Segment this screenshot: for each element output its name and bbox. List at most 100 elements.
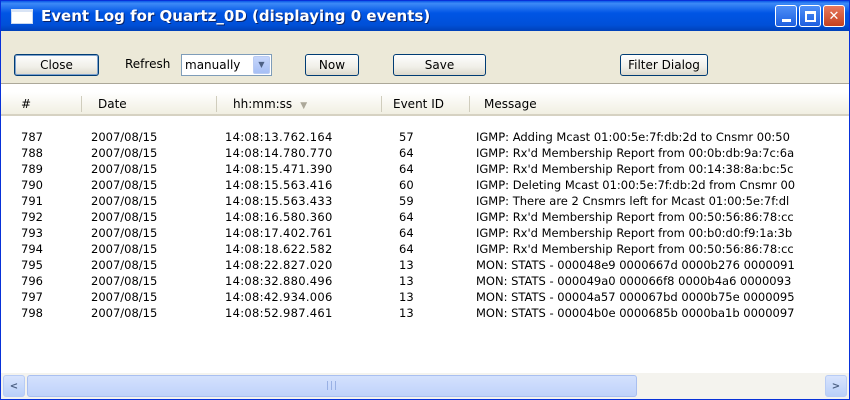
maximize-button[interactable]: [799, 5, 821, 27]
cell-time: 14:08:18.622.582: [225, 242, 333, 256]
cell-time: 14:08:15.471.390: [225, 162, 333, 176]
filter-dialog-button-label: Filter Dialog: [628, 58, 700, 72]
cell-date: 2007/08/15: [91, 194, 158, 208]
chevron-left-icon: <: [9, 380, 19, 392]
refresh-label: Refresh: [125, 57, 171, 71]
cell-event-id: 64: [399, 242, 414, 256]
column-header-event-id[interactable]: Event ID: [393, 97, 444, 111]
close-icon: ✕: [828, 8, 840, 24]
cell-date: 2007/08/15: [91, 258, 158, 272]
window-title: Event Log for Quartz_0D (displaying 0 ev…: [41, 7, 431, 25]
close-button[interactable]: Close: [14, 54, 99, 76]
cell-num: 796: [21, 274, 43, 288]
event-list[interactable]: # Date hh:mm:ss ▼ Event ID Message 787 20…: [1, 83, 849, 373]
list-rows: 787 2007/08/15 14:08:13.762.164 57 IGMP:…: [1, 129, 849, 369]
table-row[interactable]: 787 2007/08/15 14:08:13.762.164 57 IGMP:…: [1, 129, 849, 145]
cell-event-id: 13: [399, 258, 414, 272]
column-divider[interactable]: [381, 96, 382, 112]
table-row[interactable]: 797 2007/08/15 14:08:42.934.006 13 MON: …: [1, 289, 849, 305]
table-row[interactable]: 789 2007/08/15 14:08:15.471.390 64 IGMP:…: [1, 161, 849, 177]
table-row[interactable]: 794 2007/08/15 14:08:18.622.582 64 IGMP:…: [1, 241, 849, 257]
event-log-window: Event Log for Quartz_0D (displaying 0 ev…: [0, 0, 850, 400]
refresh-select[interactable]: manually ▼: [181, 54, 272, 76]
column-header-time[interactable]: hh:mm:ss ▼: [233, 97, 307, 111]
title-bar[interactable]: Event Log for Quartz_0D (displaying 0 ev…: [1, 1, 849, 31]
cell-message: MON: STATS - 000049a0 000066f8 0000b4a6 …: [476, 274, 792, 288]
window-icon: [11, 8, 33, 24]
table-row[interactable]: 798 2007/08/15 14:08:52.987.461 13 MON: …: [1, 305, 849, 321]
chevron-down-icon[interactable]: ▼: [253, 56, 270, 74]
cell-time: 14:08:22.827.020: [225, 258, 333, 272]
cell-event-id: 60: [399, 178, 414, 192]
save-button-label: Save: [424, 58, 455, 72]
close-window-button[interactable]: ✕: [823, 5, 845, 27]
cell-event-id: 59: [399, 194, 414, 208]
cell-date: 2007/08/15: [91, 178, 158, 192]
cell-date: 2007/08/15: [91, 210, 158, 224]
column-divider[interactable]: [216, 96, 217, 112]
cell-date: 2007/08/15: [91, 162, 158, 176]
column-header-message[interactable]: Message: [484, 97, 537, 111]
cell-time: 14:08:14.780.770: [225, 146, 333, 160]
cell-event-id: 13: [399, 274, 414, 288]
cell-message: IGMP: Rx'd Membership Report from 00:14:…: [476, 162, 794, 176]
cell-date: 2007/08/15: [91, 226, 158, 240]
cell-num: 788: [21, 146, 43, 160]
cell-date: 2007/08/15: [91, 274, 158, 288]
maximize-icon: [804, 10, 816, 22]
table-row[interactable]: 796 2007/08/15 14:08:32.880.496 13 MON: …: [1, 273, 849, 289]
table-row[interactable]: 795 2007/08/15 14:08:22.827.020 13 MON: …: [1, 257, 849, 273]
cell-event-id: 64: [399, 162, 414, 176]
cell-event-id: 64: [399, 226, 414, 240]
cell-num: 798: [21, 306, 43, 320]
cell-message: MON: STATS - 000048e9 0000667d 0000b276 …: [476, 258, 795, 272]
table-row[interactable]: 792 2007/08/15 14:08:16.580.360 64 IGMP:…: [1, 209, 849, 225]
column-divider[interactable]: [81, 96, 82, 112]
cell-time: 14:08:52.987.461: [225, 306, 333, 320]
cell-event-id: 64: [399, 146, 414, 160]
cell-num: 797: [21, 290, 43, 304]
grip-icon: |||: [325, 381, 339, 391]
cell-event-id: 57: [399, 130, 414, 144]
cell-date: 2007/08/15: [91, 290, 158, 304]
cell-date: 2007/08/15: [91, 242, 158, 256]
filter-dialog-button[interactable]: Filter Dialog: [620, 54, 708, 76]
cell-time: 14:08:42.934.006: [225, 290, 333, 304]
horizontal-scrollbar[interactable]: < ||| >: [1, 373, 849, 399]
cell-message: MON: STATS - 00004a57 000067bd 0000b75e …: [476, 290, 795, 304]
cell-time: 14:08:32.880.496: [225, 274, 333, 288]
scroll-left-button[interactable]: <: [3, 375, 25, 397]
cell-time: 14:08:13.762.164: [225, 130, 333, 144]
refresh-select-value: manually: [185, 58, 241, 72]
minimize-button[interactable]: [775, 5, 797, 27]
cell-num: 789: [21, 162, 43, 176]
cell-time: 14:08:15.563.416: [225, 178, 333, 192]
list-header: # Date hh:mm:ss ▼ Event ID Message: [1, 92, 849, 116]
cell-num: 791: [21, 194, 43, 208]
table-row[interactable]: 788 2007/08/15 14:08:14.780.770 64 IGMP:…: [1, 145, 849, 161]
column-divider[interactable]: [469, 96, 470, 112]
cell-num: 792: [21, 210, 43, 224]
table-row[interactable]: 793 2007/08/15 14:08:17.402.761 64 IGMP:…: [1, 225, 849, 241]
now-button[interactable]: Now: [305, 54, 359, 76]
cell-time: 14:08:16.580.360: [225, 210, 333, 224]
cell-message: IGMP: Rx'd Membership Report from 00:50:…: [476, 210, 794, 224]
cell-message: IGMP: Adding Mcast 01:00:5e:7f:db:2d to …: [476, 130, 790, 144]
cell-date: 2007/08/15: [91, 146, 158, 160]
cell-num: 793: [21, 226, 43, 240]
column-header-num[interactable]: #: [21, 97, 31, 111]
table-row[interactable]: 790 2007/08/15 14:08:15.563.416 60 IGMP:…: [1, 177, 849, 193]
save-button[interactable]: Save: [393, 54, 486, 76]
cell-num: 787: [21, 130, 43, 144]
scroll-right-button[interactable]: >: [825, 375, 847, 397]
table-row[interactable]: 791 2007/08/15 14:08:15.563.433 59 IGMP:…: [1, 193, 849, 209]
cell-message: IGMP: There are 2 Cnsmrs left for Mcast …: [476, 194, 790, 208]
column-header-date[interactable]: Date: [98, 97, 127, 111]
scrollbar-thumb[interactable]: |||: [27, 375, 637, 397]
cell-num: 795: [21, 258, 43, 272]
cell-message: IGMP: Rx'd Membership Report from 00:0b:…: [476, 146, 795, 160]
cell-date: 2007/08/15: [91, 306, 158, 320]
chevron-right-icon: >: [831, 380, 841, 392]
cell-message: IGMP: Rx'd Membership Report from 00:b0:…: [476, 226, 793, 240]
cell-event-id: 13: [399, 306, 414, 320]
